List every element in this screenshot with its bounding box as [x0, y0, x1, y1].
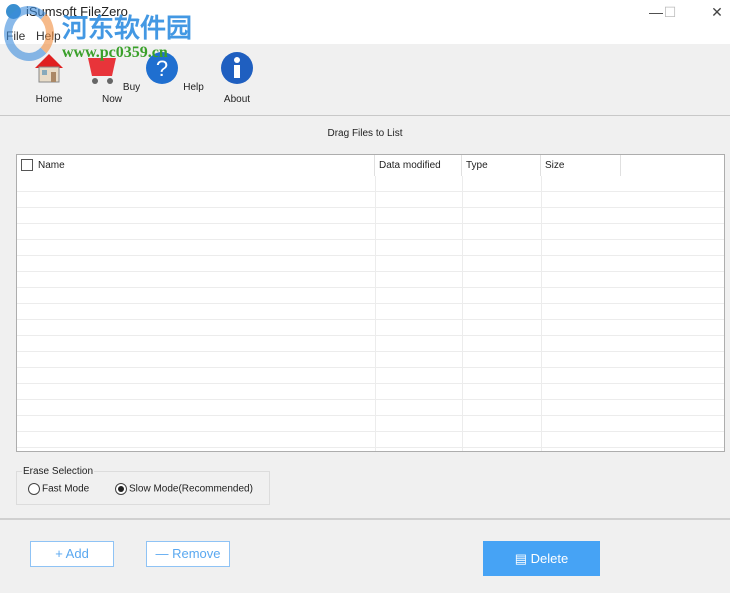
erase-selection-label: Erase Selection: [22, 466, 95, 477]
table-row: [17, 272, 724, 288]
drag-files-label: Drag Files to List: [327, 128, 403, 139]
table-row: [17, 416, 724, 432]
table-row: [17, 432, 724, 448]
table-row: [17, 176, 724, 192]
table-row: [17, 352, 724, 368]
column-divider: [541, 176, 542, 451]
table-row: [17, 320, 724, 336]
table-row: [17, 240, 724, 256]
remove-button[interactable]: — Remove: [146, 541, 230, 567]
select-all-checkbox[interactable]: [21, 159, 33, 172]
watermark-logo: [4, 6, 54, 61]
column-divider: [375, 176, 376, 451]
table-row: [17, 288, 724, 304]
file-list[interactable]: Name Data modified Type Size: [16, 154, 725, 452]
delete-button[interactable]: ▤ Delete: [483, 541, 600, 576]
table-row: [17, 384, 724, 400]
info-icon: [221, 52, 253, 84]
slow-mode-radio[interactable]: Slow Mode(Recommended): [115, 483, 253, 495]
about-button[interactable]: About: [207, 50, 267, 105]
column-name[interactable]: Name: [17, 155, 375, 176]
shredder-icon: ▤: [514, 551, 531, 566]
column-type[interactable]: Type: [462, 155, 541, 176]
watermark-url: www.pc0359.cn: [62, 44, 168, 61]
table-row: [17, 304, 724, 320]
watermark-text: 河东软件园: [62, 13, 193, 43]
table-row: [17, 224, 724, 240]
radio-icon: [28, 483, 40, 495]
column-date-modified[interactable]: Data modified: [375, 155, 462, 176]
column-divider: [462, 176, 463, 451]
radio-selected-icon: [115, 483, 127, 495]
column-size[interactable]: Size: [541, 155, 621, 176]
table-row: [17, 336, 724, 352]
table-row: [17, 192, 724, 208]
close-button[interactable]: ✕: [702, 2, 730, 22]
add-button[interactable]: + Add: [30, 541, 114, 567]
table-row: [17, 208, 724, 224]
maximize-button[interactable]: ☐: [655, 2, 685, 22]
divider: [0, 518, 730, 520]
table-row: [17, 368, 724, 384]
table-row: [17, 256, 724, 272]
table-row: [17, 400, 724, 416]
fast-mode-radio[interactable]: Fast Mode: [28, 483, 89, 495]
